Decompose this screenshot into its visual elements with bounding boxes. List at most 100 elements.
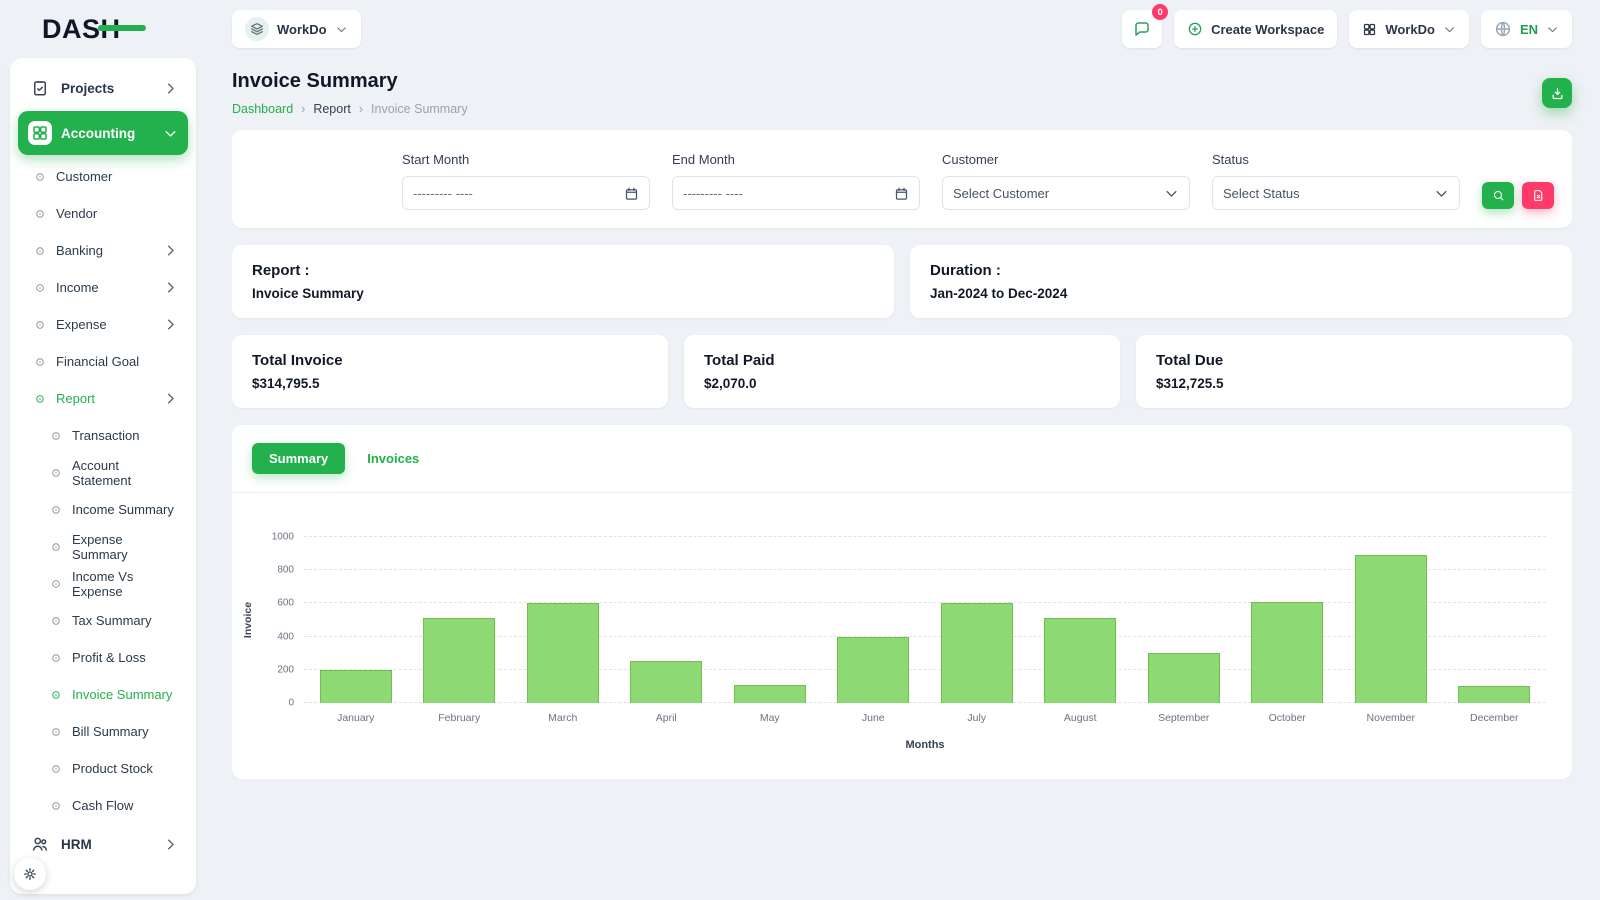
dot-icon [50, 467, 62, 479]
invoice-summary-chart-card: Summary Invoices Invoice 0 200 400 600 800 10… [232, 425, 1572, 779]
customer-select[interactable]: Select Customer [942, 176, 1190, 210]
breadcrumb-dashboard-link[interactable]: Dashboard [232, 102, 293, 116]
app-logo[interactable]: DASH [0, 0, 208, 58]
clipboard-icon [28, 76, 52, 100]
invoice-bar[interactable] [1147, 653, 1220, 703]
invoice-bar[interactable] [630, 661, 703, 703]
sidebar-item-label: Invoice Summary [72, 687, 173, 702]
dot-icon [34, 208, 46, 220]
invoice-bar[interactable] [319, 670, 392, 703]
customer-selected-value: Select Customer [953, 185, 1050, 201]
invoice-bar[interactable] [1044, 618, 1117, 703]
total-card-value: $2,070.0 [704, 376, 757, 391]
sidebar-item-cash-flow[interactable]: Cash Flow [18, 787, 188, 824]
search-button[interactable] [1482, 182, 1514, 209]
x-tick-label: December [1470, 712, 1519, 724]
messages-badge: 0 [1152, 4, 1169, 20]
sidebar-item-banking[interactable]: Banking [18, 232, 188, 269]
invoice-bar[interactable] [1251, 602, 1324, 703]
x-tick-label: October [1268, 712, 1306, 724]
sidebar-item-invoice-summary[interactable]: Invoice Summary [18, 676, 188, 713]
grid-icon [28, 121, 52, 145]
dot-icon [34, 319, 46, 331]
sidebar-item-label: Banking [56, 243, 103, 258]
sidebar: DASH Projects Accounting Customer Vendor Ban… [0, 0, 208, 900]
reset-icon [1532, 189, 1545, 202]
dot-icon [50, 504, 62, 516]
dot-icon [50, 430, 62, 442]
settings-fab[interactable] [14, 858, 46, 890]
sidebar-item-hrm[interactable]: HRM [18, 824, 188, 864]
sidebar-item-label: Transaction [72, 428, 140, 443]
dot-icon [50, 578, 62, 590]
status-select[interactable]: Select Status [1212, 176, 1460, 210]
breadcrumb-report[interactable]: Report [313, 102, 351, 116]
layers-icon [245, 17, 269, 41]
breadcrumb-current: Invoice Summary [371, 102, 468, 116]
create-workspace-button[interactable]: Create Workspace [1174, 10, 1338, 48]
duration-card-label: Duration : [930, 262, 1001, 279]
sidebar-item-label: Financial Goal [56, 354, 140, 369]
workspace-name: WorkDo [277, 21, 327, 37]
workdo-menu-button[interactable]: WorkDo [1349, 10, 1469, 48]
sidebar-item-income-vs-expense[interactable]: Income Vs Expense [18, 565, 188, 602]
chevron-down-icon [335, 23, 348, 36]
invoice-bar[interactable] [1458, 686, 1531, 703]
sidebar-item-income[interactable]: Income [18, 269, 188, 306]
topbar-actions: 0 Create Workspace WorkDo EN [1122, 4, 1572, 48]
workspace-switcher[interactable]: WorkDo [232, 10, 361, 48]
x-tick-label: June [861, 712, 885, 724]
breadcrumb-separator: › [358, 102, 364, 116]
invoice-bar[interactable] [940, 603, 1013, 703]
sidebar-item-vendor[interactable]: Vendor [18, 195, 188, 232]
bar-column [1236, 602, 1340, 703]
chevron-right-icon [163, 280, 178, 295]
end-month-input[interactable]: --------- ---- [672, 176, 920, 210]
breadcrumb-separator: › [301, 102, 306, 116]
report-card-label: Report : [252, 262, 310, 279]
total-card-value: $314,795.5 [252, 376, 320, 391]
sidebar-item-expense[interactable]: Expense [18, 306, 188, 343]
invoice-bar[interactable] [526, 603, 599, 703]
x-tick-label: May [759, 712, 780, 724]
sidebar-item-customer[interactable]: Customer [18, 158, 188, 195]
tab-summary[interactable]: Summary [252, 443, 346, 474]
chevron-down-icon [1546, 23, 1559, 36]
sidebar-item-expense-summary[interactable]: Expense Summary [18, 528, 188, 565]
sidebar-item-profit-loss[interactable]: Profit & Loss [18, 639, 188, 676]
language-selector[interactable]: EN [1480, 10, 1572, 48]
create-workspace-label: Create Workspace [1211, 21, 1325, 37]
sidebar-item-account-statement[interactable]: Account Statement [18, 454, 188, 491]
chevron-right-icon [163, 317, 178, 332]
sidebar-item-transaction[interactable]: Transaction [18, 417, 188, 454]
download-button[interactable] [1542, 78, 1572, 108]
sidebar-item-tax-summary[interactable]: Tax Summary [18, 602, 188, 639]
reset-button[interactable] [1522, 182, 1554, 209]
sidebar-item-report[interactable]: Report [18, 380, 188, 417]
sidebar-item-product-stock[interactable]: Product Stock [18, 750, 188, 787]
x-tick-label: September [1158, 712, 1210, 724]
tab-invoices[interactable]: Invoices [361, 450, 425, 467]
sidebar-item-projects[interactable]: Projects [18, 68, 188, 108]
sidebar-item-label: HRM [61, 836, 92, 852]
y-tick-label: 200 [277, 664, 294, 676]
bar-column [615, 661, 719, 703]
bar-column [1029, 618, 1133, 703]
invoice-bar[interactable] [1354, 555, 1427, 703]
x-tick-label: April [655, 712, 677, 724]
sidebar-item-accounting[interactable]: Accounting [18, 111, 188, 155]
bar-column [1132, 653, 1236, 703]
sidebar-item-label: Projects [61, 80, 115, 96]
sidebar-item-financial-goal[interactable]: Financial Goal [18, 343, 188, 380]
grid-icon [1362, 22, 1377, 37]
sidebar-item-income-summary[interactable]: Income Summary [18, 491, 188, 528]
x-tick-label: January [337, 712, 375, 724]
users-icon [28, 832, 52, 856]
sidebar-item-bill-summary[interactable]: Bill Summary [18, 713, 188, 750]
start-month-input[interactable]: --------- ---- [402, 176, 650, 210]
invoice-bar[interactable] [837, 637, 910, 703]
invoice-bar[interactable] [733, 685, 806, 703]
messages-button[interactable]: 0 [1122, 4, 1169, 48]
invoice-bar[interactable] [423, 618, 496, 703]
y-tick-label: 400 [277, 631, 294, 643]
